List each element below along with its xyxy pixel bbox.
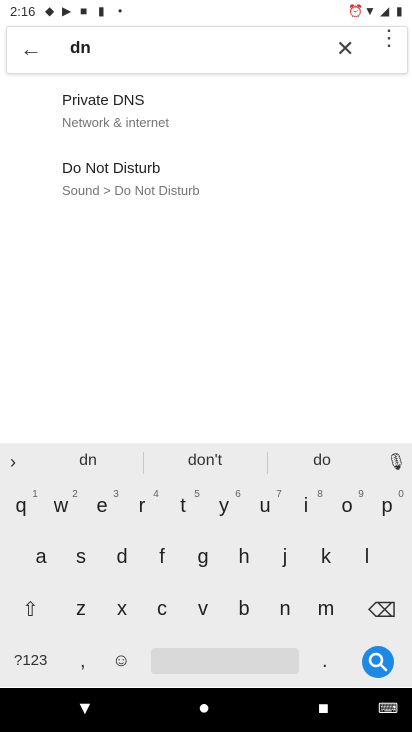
search-input[interactable]: dn <box>70 38 91 58</box>
notification-icon: ▮ <box>98 4 105 18</box>
alarm-icon: ⏰ <box>348 4 363 18</box>
status-time: 2:16 <box>10 4 36 19</box>
microphone-icon[interactable]: 🎙 <box>386 452 406 472</box>
nav-back-icon[interactable]: ▼ <box>76 698 94 719</box>
nav-recents-icon[interactable]: ■ <box>318 698 329 719</box>
key-m[interactable]: m <box>309 598 343 621</box>
key-hint: 9 <box>358 489 364 500</box>
search-icon <box>368 652 388 672</box>
symbols-key[interactable]: ?123 <box>14 652 47 669</box>
navigation-bar: ▼ ● ■ ⌨ <box>0 688 412 732</box>
space-key[interactable] <box>151 648 299 674</box>
key-hint: 2 <box>72 489 78 500</box>
key-z[interactable]: z <box>64 598 98 621</box>
expand-suggestions-icon[interactable]: › <box>10 452 16 473</box>
result-title: Private DNS <box>62 92 145 109</box>
more-options-icon[interactable]: ⋮ <box>378 27 400 49</box>
key-hint: 3 <box>113 489 119 500</box>
result-subtitle: Sound > Do Not Disturb <box>62 183 200 198</box>
key-a[interactable]: a <box>24 546 58 569</box>
key-s[interactable]: s <box>64 546 98 569</box>
key-hint: 8 <box>317 489 323 500</box>
key-b[interactable]: b <box>227 598 261 621</box>
suggestion-2[interactable]: don't <box>145 452 265 470</box>
back-arrow-icon[interactable]: ← <box>20 36 42 62</box>
keyboard-switch-icon[interactable]: ⌨ <box>378 700 398 717</box>
keyboard-search-button[interactable] <box>362 646 394 678</box>
key-c[interactable]: c <box>145 598 179 621</box>
key-l[interactable]: l <box>350 546 384 569</box>
result-subtitle: Network & internet <box>62 115 169 130</box>
result-item-private-dns[interactable]: Private DNS Network & internet <box>62 92 392 130</box>
key-hint: 1 <box>32 489 38 500</box>
period-key[interactable]: . <box>322 650 328 673</box>
clear-search-icon[interactable]: ✕ <box>336 36 354 62</box>
suggestion-divider <box>143 452 144 474</box>
key-f[interactable]: f <box>145 546 179 569</box>
key-x[interactable]: x <box>105 598 139 621</box>
wifi-icon: ▼ <box>364 4 376 18</box>
shift-icon[interactable]: ⇧ <box>22 597 39 622</box>
key-j[interactable]: j <box>268 546 302 569</box>
key-h[interactable]: h <box>227 546 261 569</box>
notification-icon: ◆ <box>45 4 55 18</box>
notification-icon: ▶ <box>62 4 72 18</box>
key-v[interactable]: v <box>186 598 220 621</box>
signal-icon: ◢ <box>380 4 390 18</box>
comma-key[interactable]: , <box>80 650 86 673</box>
key-g[interactable]: g <box>186 546 220 569</box>
battery-icon: ▮ <box>396 4 403 18</box>
key-d[interactable]: d <box>105 546 139 569</box>
suggestion-1[interactable]: dn <box>28 452 148 470</box>
result-item-do-not-disturb[interactable]: Do Not Disturb Sound > Do Not Disturb <box>62 160 392 198</box>
status-bar: 2:16 ◆ ▶ ■ ▮ • ⏰ ▼ ◢ ▮ <box>0 0 412 24</box>
key-hint: 7 <box>276 489 282 500</box>
suggestion-3[interactable]: do <box>262 452 382 470</box>
key-n[interactable]: n <box>268 598 302 621</box>
key-hint: 0 <box>398 489 404 500</box>
notification-icon: ■ <box>80 4 88 18</box>
key-hint: 5 <box>194 489 200 500</box>
key-k[interactable]: k <box>309 546 343 569</box>
notification-dot-icon: • <box>118 4 123 18</box>
result-title: Do Not Disturb <box>62 160 161 177</box>
emoji-icon[interactable]: ☺ <box>112 650 130 671</box>
key-hint: 6 <box>235 489 241 500</box>
key-hint: 4 <box>153 489 159 500</box>
nav-home-icon[interactable]: ● <box>198 697 210 720</box>
backspace-icon[interactable]: ⌫ <box>368 598 396 623</box>
